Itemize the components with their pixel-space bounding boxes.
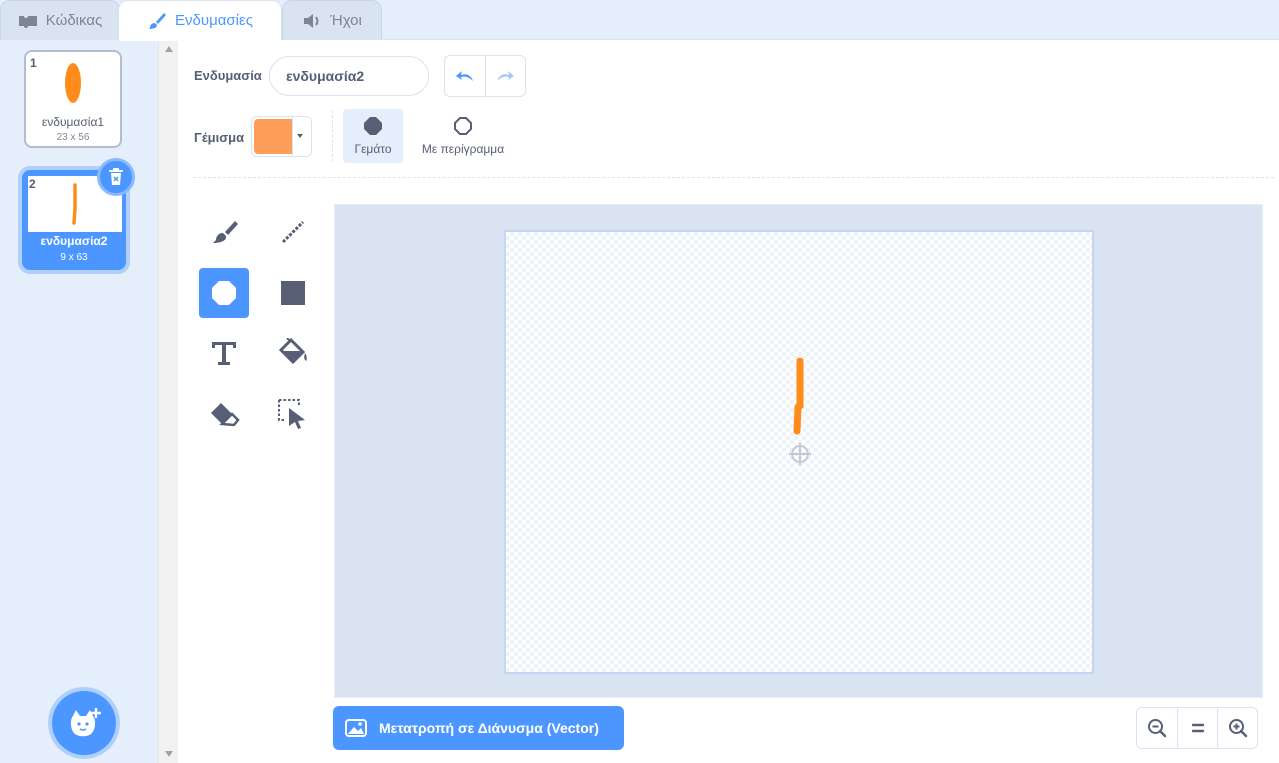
brush-tool[interactable]: [199, 207, 249, 257]
paint-canvas[interactable]: [504, 230, 1094, 674]
filled-mode-button[interactable]: Γεμάτο: [343, 109, 403, 163]
brush-tool-icon: [213, 221, 238, 243]
cat-add-icon: [70, 708, 101, 737]
costume-list-scrollbar[interactable]: [158, 40, 178, 763]
eraser-tool-icon: [211, 403, 240, 427]
text-tool[interactable]: [199, 328, 249, 378]
zoom-reset-button[interactable]: [1177, 708, 1217, 748]
undo-icon: [455, 71, 473, 81]
undo-button[interactable]: [445, 56, 485, 96]
tab-costumes-label: Ενδυμασίες: [175, 12, 253, 29]
circle-tool[interactable]: [199, 268, 249, 318]
fill-tool[interactable]: [268, 328, 318, 378]
costume-name: ενδυμασία1: [41, 115, 105, 129]
costume-name: ενδυμασία2: [40, 234, 108, 248]
text-tool-icon: [212, 342, 236, 365]
color-picker-divider: [292, 117, 293, 156]
paint-bucket-icon: [278, 338, 307, 365]
rotation-center-icon: [789, 443, 811, 465]
convert-to-vector-button[interactable]: Μετατροπή σε Διάνυσμα (Vector): [333, 706, 624, 750]
filled-circle-icon: [364, 117, 382, 135]
scroll-up-arrow-icon[interactable]: [165, 46, 173, 52]
paint-canvas-area: [334, 204, 1263, 698]
delete-costume-button[interactable]: [97, 158, 135, 196]
controls-divider: [193, 177, 1274, 178]
add-costume-button[interactable]: [52, 691, 116, 755]
select-tool[interactable]: [268, 389, 318, 439]
costume-thumbnail: [65, 63, 81, 103]
drawn-stroke: [793, 357, 804, 435]
tab-code-label: Κώδικας: [45, 12, 103, 29]
fill-color-picker[interactable]: [251, 116, 312, 157]
zoom-controls: [1136, 707, 1258, 749]
tab-code[interactable]: Κώδικας: [0, 0, 120, 40]
convert-to-vector-label: Μετατροπή σε Διάνυσμα (Vector): [379, 720, 599, 736]
costume-index: 2: [29, 177, 36, 191]
image-icon: [345, 719, 367, 737]
fill-color-swatch: [254, 119, 292, 154]
speaker-icon: [302, 13, 322, 29]
line-tool[interactable]: [268, 207, 318, 257]
editor-tabbar: Κώδικας Ενδυμασίες Ήχοι: [0, 0, 1279, 41]
undo-redo-group: [444, 55, 526, 97]
costume-name-input[interactable]: [269, 56, 429, 96]
zoom-out-button[interactable]: [1137, 708, 1177, 748]
rectangle-tool[interactable]: [268, 268, 318, 318]
filled-mode-label: Γεμάτο: [354, 142, 392, 156]
code-icon: [18, 14, 38, 28]
zoom-in-icon: [1228, 719, 1247, 738]
outlined-circle-icon: [454, 117, 472, 135]
zoom-in-button[interactable]: [1217, 708, 1257, 748]
costume-size: 23 x 56: [56, 132, 90, 143]
costume-item-1[interactable]: 1 ενδυμασία1 23 x 56: [24, 50, 122, 148]
zoom-out-icon: [1148, 719, 1167, 738]
select-arrow-icon: [278, 399, 305, 429]
costume-size: 9 x 63: [60, 252, 88, 263]
equals-icon: [1191, 723, 1204, 733]
redo-icon: [497, 71, 515, 81]
redo-button[interactable]: [484, 56, 525, 96]
fill-label: Γέμισμα: [194, 130, 245, 145]
eraser-tool[interactable]: [199, 389, 249, 439]
rectangle-tool-icon: [281, 281, 305, 305]
toolbar-divider: [332, 110, 333, 162]
costume-index: 1: [30, 56, 37, 70]
outlined-mode-label: Με περίγραμμα: [421, 142, 505, 156]
costume-name-label: Ενδυμασία: [194, 68, 262, 83]
costume-list: [0, 40, 158, 763]
circle-tool-icon: [212, 281, 236, 305]
tab-sounds-label: Ήχοι: [330, 12, 362, 29]
tab-sounds[interactable]: Ήχοι: [282, 0, 382, 40]
tab-costumes[interactable]: Ενδυμασίες: [118, 0, 282, 41]
brush-icon: [147, 11, 167, 31]
scroll-down-arrow-icon[interactable]: [165, 751, 173, 757]
outlined-mode-button[interactable]: Με περίγραμμα: [413, 109, 513, 163]
line-tool-icon: [281, 220, 305, 244]
dropdown-caret-icon: [297, 134, 303, 138]
trash-icon: [109, 168, 123, 185]
